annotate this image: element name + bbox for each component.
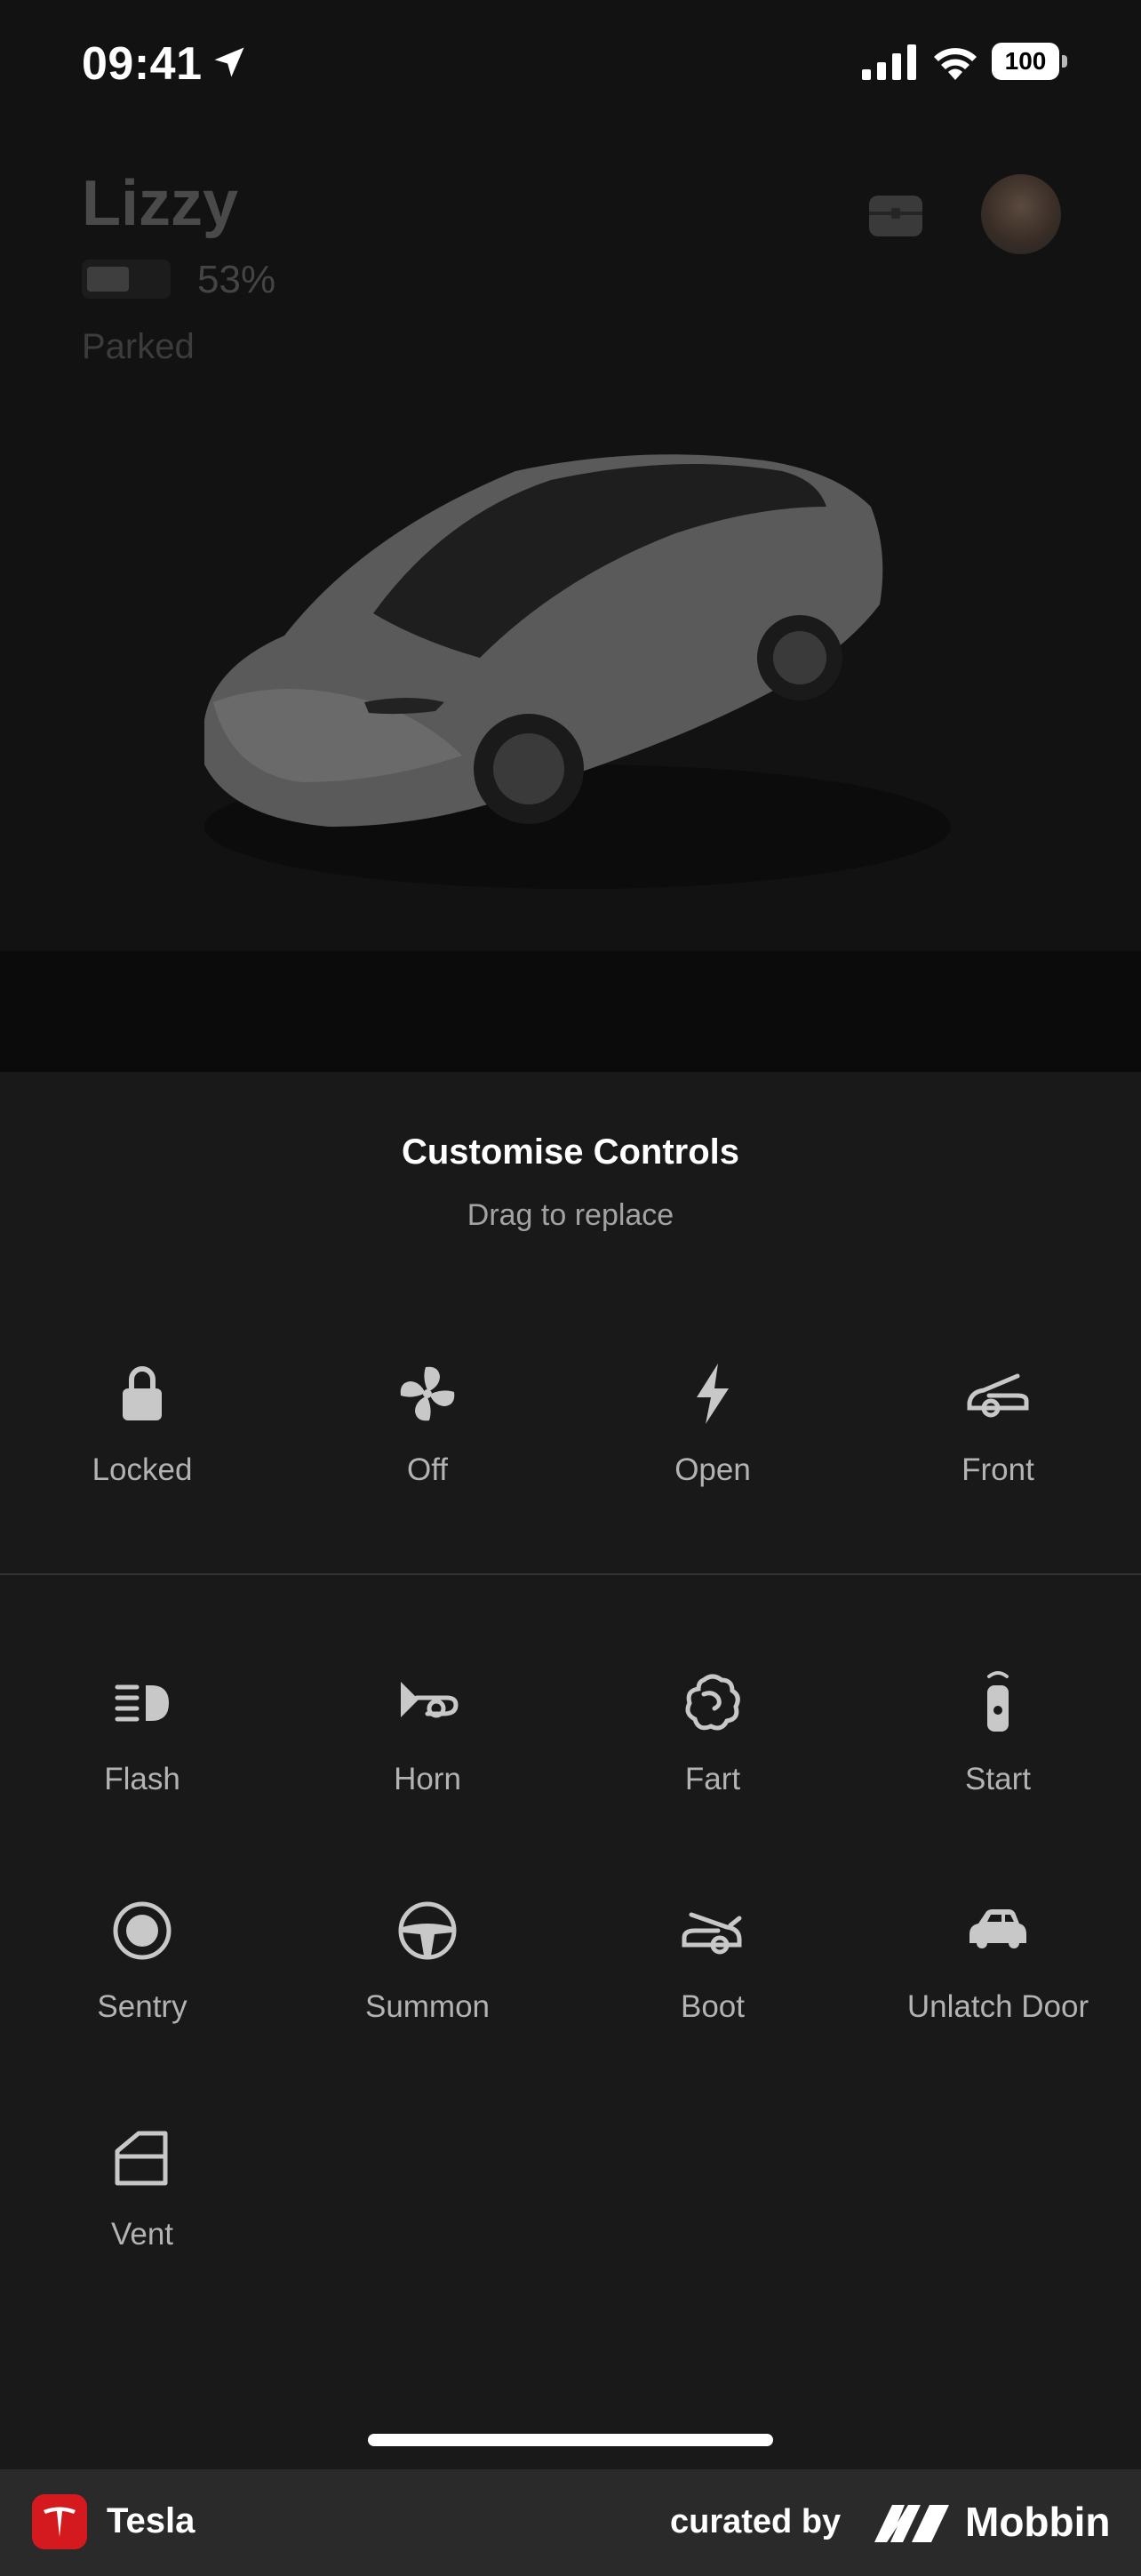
status-bar: 09:41 100 [0,0,1141,133]
cellular-signal-icon [862,44,916,80]
battery-indicator: 100 [992,43,1068,80]
vehicle-image [204,454,951,889]
control-frunk[interactable]: Front [856,1358,1140,1536]
control-label: Unlatch Door [906,1989,1089,2024]
section-divider [0,1573,1141,1575]
mobbin-logo-icon [874,2505,949,2542]
tesla-logo [32,2494,87,2549]
customise-controls-sheet: Customise Controls Drag to replace Locke… [0,1072,1141,2469]
window-vent-icon [115,2131,168,2186]
control-strip-background [0,951,1141,1076]
control-label: Boot [681,1989,745,2024]
control-horn[interactable]: Horn [285,1668,570,1845]
control-summon[interactable]: Summon [285,1895,570,2073]
footer-bar: Tesla curated by Mobbin [0,2469,1141,2576]
steering-wheel-icon [398,1901,457,1960]
fart-icon [685,1674,740,1731]
car-door-icon [969,1909,1026,1948]
control-fart[interactable]: Fart [570,1668,855,1845]
toybox-icon[interactable] [867,192,924,238]
footer-curated-by: curated by [670,2503,842,2540]
frunk-icon [967,1373,1029,1418]
profile-avatar[interactable] [981,174,1061,254]
location-arrow-icon [214,47,244,77]
vehicle-state: Parked [82,327,195,366]
control-locked[interactable]: Locked [0,1358,284,1536]
control-label: Sentry [97,1989,188,2024]
control-label: Summon [364,1989,491,2024]
bolt-icon [697,1364,729,1424]
footer-brand: Mobbin [965,2499,1111,2545]
control-climate[interactable]: Off [285,1358,570,1536]
control-label: Open [674,1452,751,1487]
boot-icon [682,1912,742,1955]
sentry-icon [113,1901,172,1960]
control-sentry[interactable]: Sentry [0,1895,284,2073]
control-label: Flash [104,1762,180,1796]
fan-icon [400,1366,455,1421]
lock-icon [123,1366,162,1420]
control-label: Fart [684,1762,741,1796]
battery-level-text: 100 [992,43,1059,80]
control-label: Front [961,1452,1034,1487]
wifi-icon [934,48,977,80]
battery-tip [1062,55,1067,68]
footer-app-name: Tesla [107,2501,195,2540]
sheet-title: Customise Controls [401,1132,740,1172]
control-label: Start [965,1762,1031,1796]
vehicle-name: Lizzy [82,168,239,239]
vehicle-battery-percent: 53% [197,258,276,301]
vehicle-home-background: 09:41 100 Lizzy 53% Parked [0,0,1141,1076]
control-charge-port[interactable]: Open [570,1358,855,1536]
control-flash[interactable]: Flash [0,1668,284,1845]
control-label: Horn [394,1762,461,1796]
control-label: Vent [110,2217,174,2252]
status-time: 09:41 [82,38,203,90]
screen: 09:41 100 Lizzy 53% Parked Customise Con… [0,0,1141,2576]
key-fob-icon [987,1671,1009,1732]
control-vent[interactable]: Vent [0,2123,284,2300]
control-label: Off [406,1452,449,1487]
home-indicator[interactable] [368,2434,773,2446]
control-unlatch-door[interactable]: Unlatch Door [856,1895,1140,2073]
vehicle-battery-bar [82,260,171,299]
headlight-flash-icon [115,1684,169,1722]
control-boot[interactable]: Boot [570,1895,855,2073]
control-start[interactable]: Start [856,1668,1140,1845]
sheet-subtitle: Drag to replace [467,1198,674,1232]
control-label: Locked [92,1452,193,1487]
vehicle-battery-fill [87,267,129,292]
horn-icon [401,1682,459,1718]
